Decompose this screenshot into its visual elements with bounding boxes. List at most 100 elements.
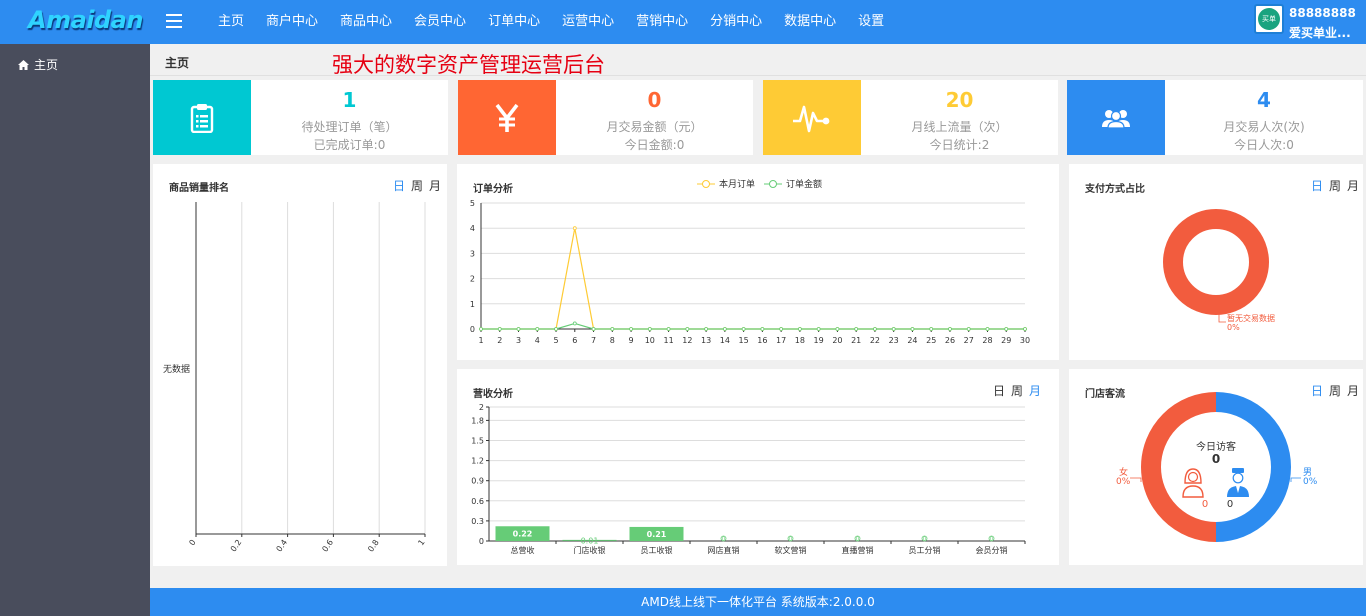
data-point[interactable]: [816, 327, 821, 331]
nav-item-distribution[interactable]: 分销中心: [699, 0, 773, 44]
nav-item-home[interactable]: 主页: [207, 0, 255, 44]
data-point[interactable]: [797, 327, 802, 331]
data-point[interactable]: [835, 327, 840, 331]
panel-product-ranking: 商品销量排名 日 周 月 无数据 0 0.2 0.4 0.6 0.8 1: [153, 164, 447, 566]
home-icon: [18, 59, 29, 70]
x-tick-label: 2: [497, 336, 502, 345]
legend-marker: [702, 180, 710, 188]
female-count: 0: [1202, 499, 1208, 510]
avatar-text: 买单: [1258, 8, 1280, 30]
y-tick-label: 4: [470, 224, 475, 233]
data-point[interactable]: [479, 327, 483, 331]
y-tick-label: 2: [479, 403, 484, 412]
data-point[interactable]: [516, 327, 521, 331]
y-tick-label: 0.9: [471, 477, 484, 486]
y-tick-label: 1.2: [471, 457, 484, 466]
data-point[interactable]: [966, 327, 971, 331]
x-tick-label: 21: [851, 336, 861, 345]
x-tick-label: 总营收: [511, 545, 535, 555]
nav-item-merchant[interactable]: 商户中心: [255, 0, 329, 44]
x-tick-label: 30: [1020, 336, 1030, 345]
data-point[interactable]: [572, 321, 577, 326]
donut-slice-female[interactable]: [1141, 392, 1217, 542]
data-point[interactable]: [497, 327, 502, 331]
data-point[interactable]: [704, 327, 709, 331]
donut-slice-male[interactable]: [1215, 392, 1291, 542]
x-tick-label: 0.6: [320, 538, 335, 554]
data-point[interactable]: [741, 327, 746, 331]
x-tick-label: 28: [982, 336, 992, 345]
legend-amount[interactable]: 订单金额: [786, 178, 822, 190]
data-point[interactable]: [685, 327, 690, 331]
y-tick-label: 2: [470, 275, 475, 284]
data-point[interactable]: [1004, 327, 1009, 331]
stat-value: 20: [945, 88, 974, 112]
user-shop-name[interactable]: 爱买单业...: [1289, 24, 1351, 41]
data-point[interactable]: [910, 327, 915, 331]
male-pct: 0%: [1303, 477, 1318, 487]
logo[interactable]: Amaidan: [28, 6, 143, 34]
x-tick-label: 软文营销: [775, 545, 807, 555]
x-tick-label: 24: [907, 336, 917, 345]
nav-item-marketing[interactable]: 营销中心: [625, 0, 699, 44]
breadcrumb-home[interactable]: 主页: [165, 54, 189, 71]
data-point[interactable]: [591, 327, 596, 331]
data-point[interactable]: [779, 327, 784, 331]
x-tick-label: 26: [945, 336, 955, 345]
data-point[interactable]: [891, 327, 896, 331]
slogan: 强大的数字资产管理运营后台: [332, 53, 605, 77]
sidebar-item-home[interactable]: 主页: [18, 56, 58, 73]
x-tick-label: 22: [870, 336, 880, 345]
main-nav: 主页 商户中心 商品中心 会员中心 订单中心 运营中心 营销中心 分销中心 数据…: [207, 0, 895, 44]
bar-value-label: 0.01: [581, 536, 599, 545]
yen-icon: [458, 80, 556, 155]
data-point[interactable]: [610, 327, 615, 331]
nav-item-settings[interactable]: 设置: [847, 0, 895, 44]
data-point[interactable]: [873, 327, 877, 331]
data-point[interactable]: [985, 327, 990, 331]
data-point[interactable]: [929, 327, 934, 331]
nav-item-product[interactable]: 商品中心: [329, 0, 403, 44]
data-point[interactable]: [647, 327, 652, 331]
data-point[interactable]: [722, 327, 727, 331]
x-tick-label: 27: [964, 336, 974, 345]
x-tick-label: 5: [553, 336, 558, 345]
x-tick-label: 15: [739, 336, 749, 345]
y-tick-label: 0.3: [471, 517, 484, 526]
x-tick-label: 7: [591, 336, 596, 345]
bar-value-label: 0: [990, 537, 993, 543]
x-tick-label: 23: [889, 336, 899, 345]
male-icon: [1227, 468, 1249, 497]
data-point[interactable]: [535, 327, 540, 331]
x-tick-label: 13: [701, 336, 711, 345]
nav-item-order[interactable]: 订单中心: [477, 0, 551, 44]
x-tick-label: 29: [1001, 336, 1011, 345]
x-tick-label: 6: [572, 336, 577, 345]
x-tick-label: 0.8: [366, 538, 381, 554]
nav-item-member[interactable]: 会员中心: [403, 0, 477, 44]
stat-card-orders: 1 待处理订单（笔） 已完成订单:0: [153, 80, 448, 155]
menu-toggle-icon[interactable]: [166, 14, 182, 28]
legend-orders[interactable]: 本月订单: [719, 178, 755, 190]
data-point[interactable]: [760, 327, 765, 331]
series-line[interactable]: [481, 322, 1025, 330]
stat-sub: 已完成订单:0: [313, 138, 386, 152]
x-tick-label: 0.2: [229, 538, 244, 554]
data-point[interactable]: [1023, 327, 1027, 331]
data-point[interactable]: [854, 327, 859, 331]
user-id[interactable]: 88888888: [1289, 6, 1356, 20]
x-tick-label: 20: [832, 336, 842, 345]
data-point[interactable]: [948, 327, 952, 331]
stat-sub: 今日人次:0: [1234, 138, 1294, 152]
x-tick-label: 10: [645, 336, 655, 345]
x-tick-label: 8: [610, 336, 615, 345]
data-point[interactable]: [666, 327, 671, 331]
data-point[interactable]: [572, 226, 577, 231]
data-point[interactable]: [554, 327, 558, 331]
nav-item-operation[interactable]: 运营中心: [551, 0, 625, 44]
x-tick-label: 12: [682, 336, 692, 345]
data-point[interactable]: [629, 327, 633, 331]
nav-item-data[interactable]: 数据中心: [773, 0, 847, 44]
avatar[interactable]: 买单: [1254, 4, 1284, 34]
y-tick-label: 0.6: [471, 497, 484, 506]
